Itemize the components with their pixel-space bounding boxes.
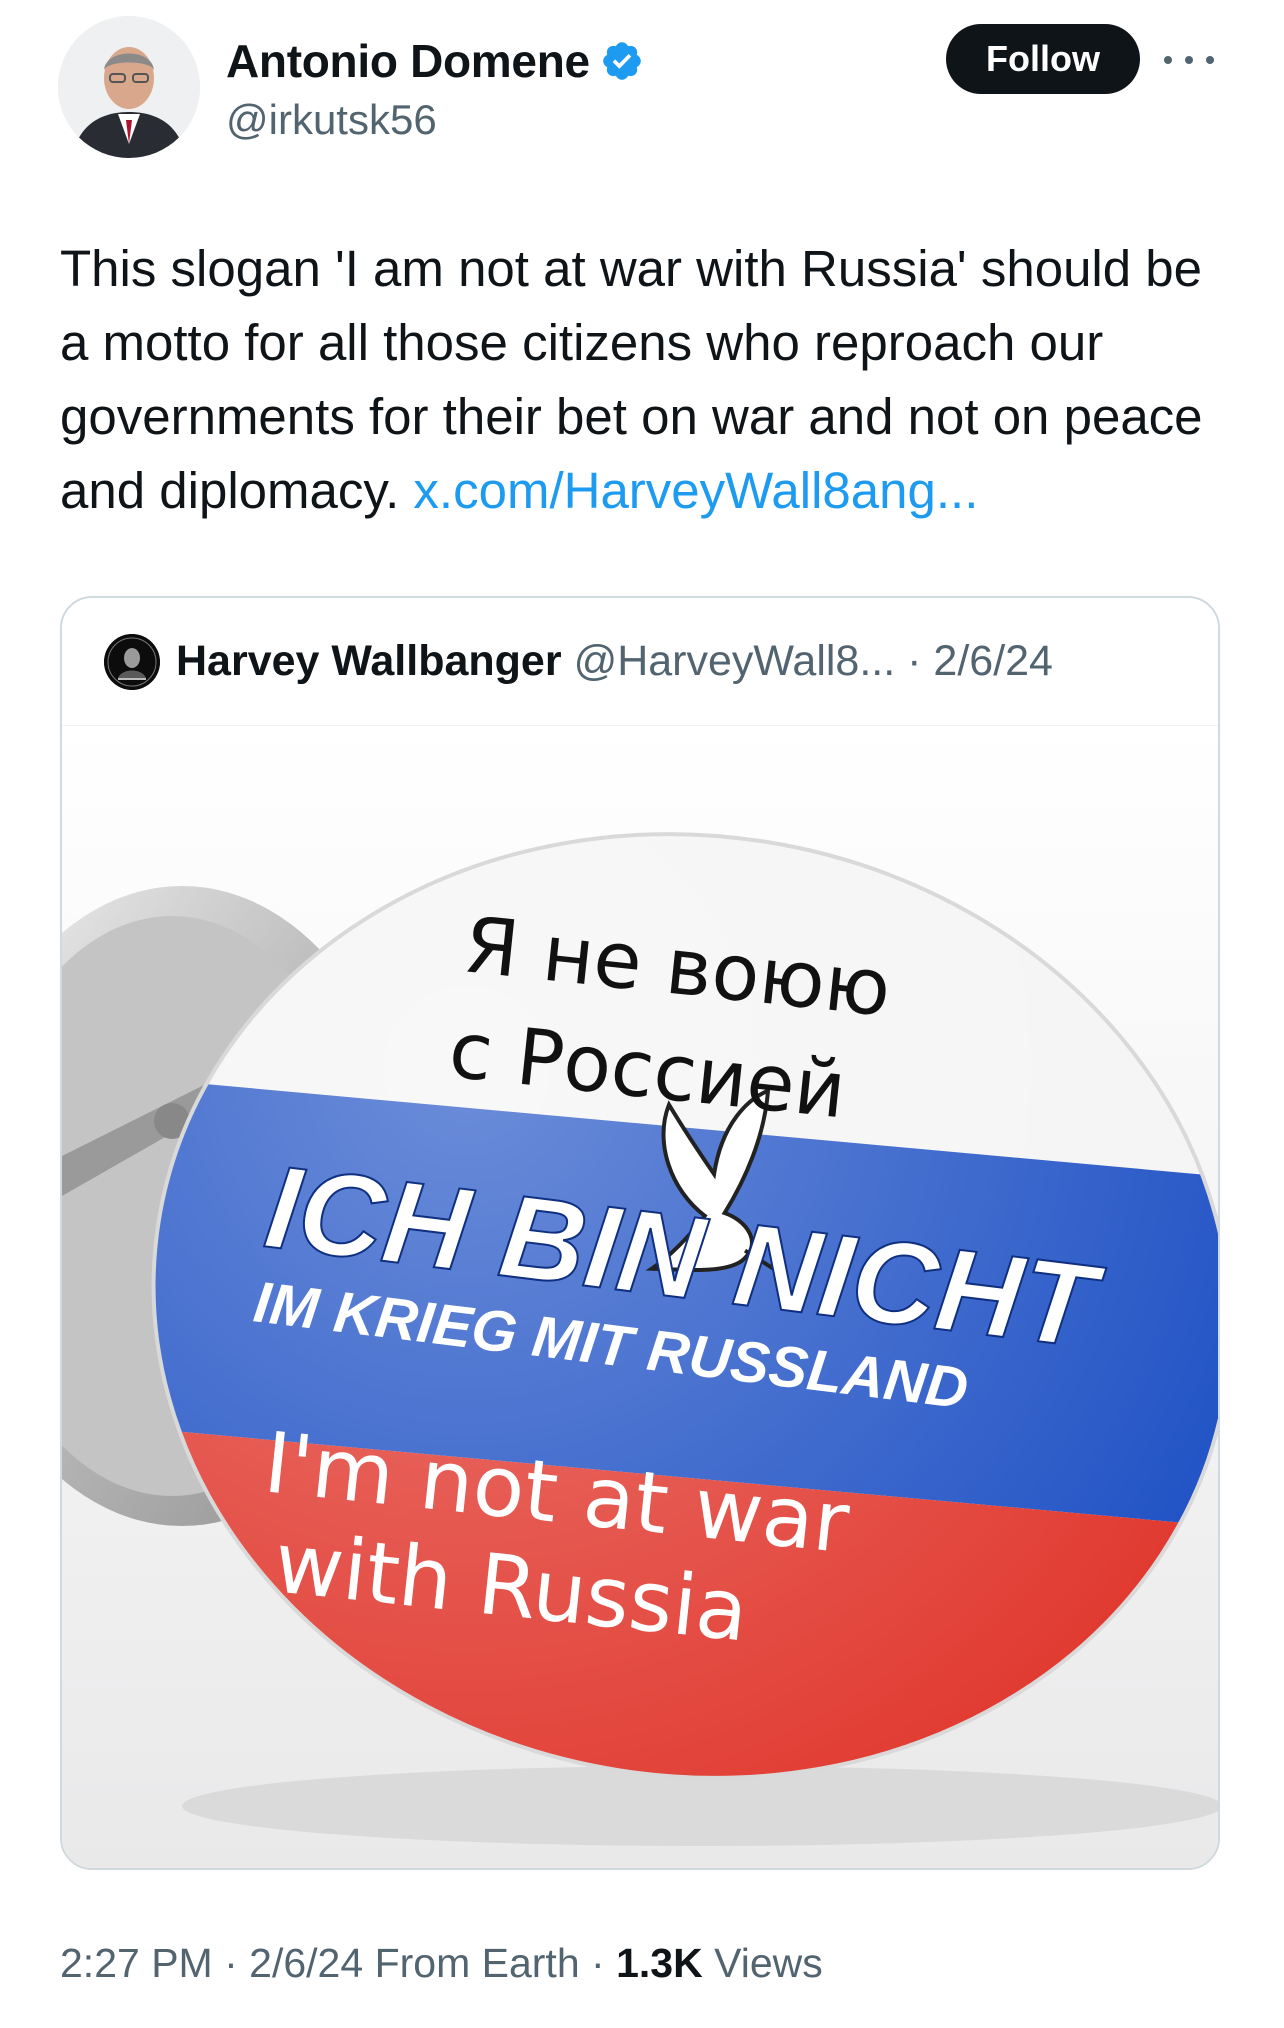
meta-separator: · <box>224 1940 238 1986</box>
quoted-meta: @HarveyWall8... · 2/6/24 <box>574 637 1053 686</box>
meta-separator: · <box>591 1940 605 1986</box>
quoted-date[interactable]: 2/6/24 <box>933 637 1053 685</box>
author-display-name[interactable]: Antonio Domene <box>226 34 590 88</box>
quoted-avatar-image <box>104 633 160 690</box>
quoted-separator: · <box>907 637 922 685</box>
more-dot <box>1164 56 1172 64</box>
tweet-date[interactable]: 2/6/24 <box>249 1940 363 1986</box>
quoted-handle[interactable]: @HarveyWall8... <box>574 637 896 685</box>
quoted-tweet[interactable]: Harvey Wallbanger @HarveyWall8... · 2/6/… <box>60 596 1220 1870</box>
more-dot <box>1206 56 1214 64</box>
quoted-author-avatar <box>104 633 160 690</box>
tweet-time[interactable]: 2:27 PM <box>60 1940 213 1986</box>
tweet-link[interactable]: x.com/HarveyWall8ang... <box>413 462 978 519</box>
profile-photo <box>58 16 200 158</box>
more-dot <box>1185 56 1193 64</box>
views-label: Views <box>714 1940 823 1986</box>
author-handle[interactable]: @irkutsk56 <box>226 96 437 144</box>
follow-button[interactable]: Follow <box>946 24 1140 94</box>
verified-badge-icon[interactable] <box>600 39 644 83</box>
author-name-row[interactable]: Antonio Domene <box>226 30 644 92</box>
quoted-tweet-header: Harvey Wallbanger @HarveyWall8... · 2/6/… <box>62 598 1218 726</box>
author-avatar[interactable] <box>58 16 200 158</box>
tweet-metadata: 2:27 PM · 2/6/24 From Earth · 1.3K Views <box>60 1940 823 1987</box>
protest-badge-image: Я не воюю с Россией ICH BIN NICHT IM KRI… <box>62 726 1218 1868</box>
tweet-source: From Earth <box>374 1940 580 1986</box>
tweet-text: This slogan 'I am not at war with Russia… <box>60 232 1240 528</box>
more-horizontal-icon[interactable] <box>1164 40 1214 80</box>
quoted-display-name[interactable]: Harvey Wallbanger <box>176 637 562 686</box>
views-count[interactable]: 1.3K <box>616 1940 703 1986</box>
quoted-image[interactable]: Я не воюю с Россией ICH BIN NICHT IM KRI… <box>62 726 1218 1868</box>
